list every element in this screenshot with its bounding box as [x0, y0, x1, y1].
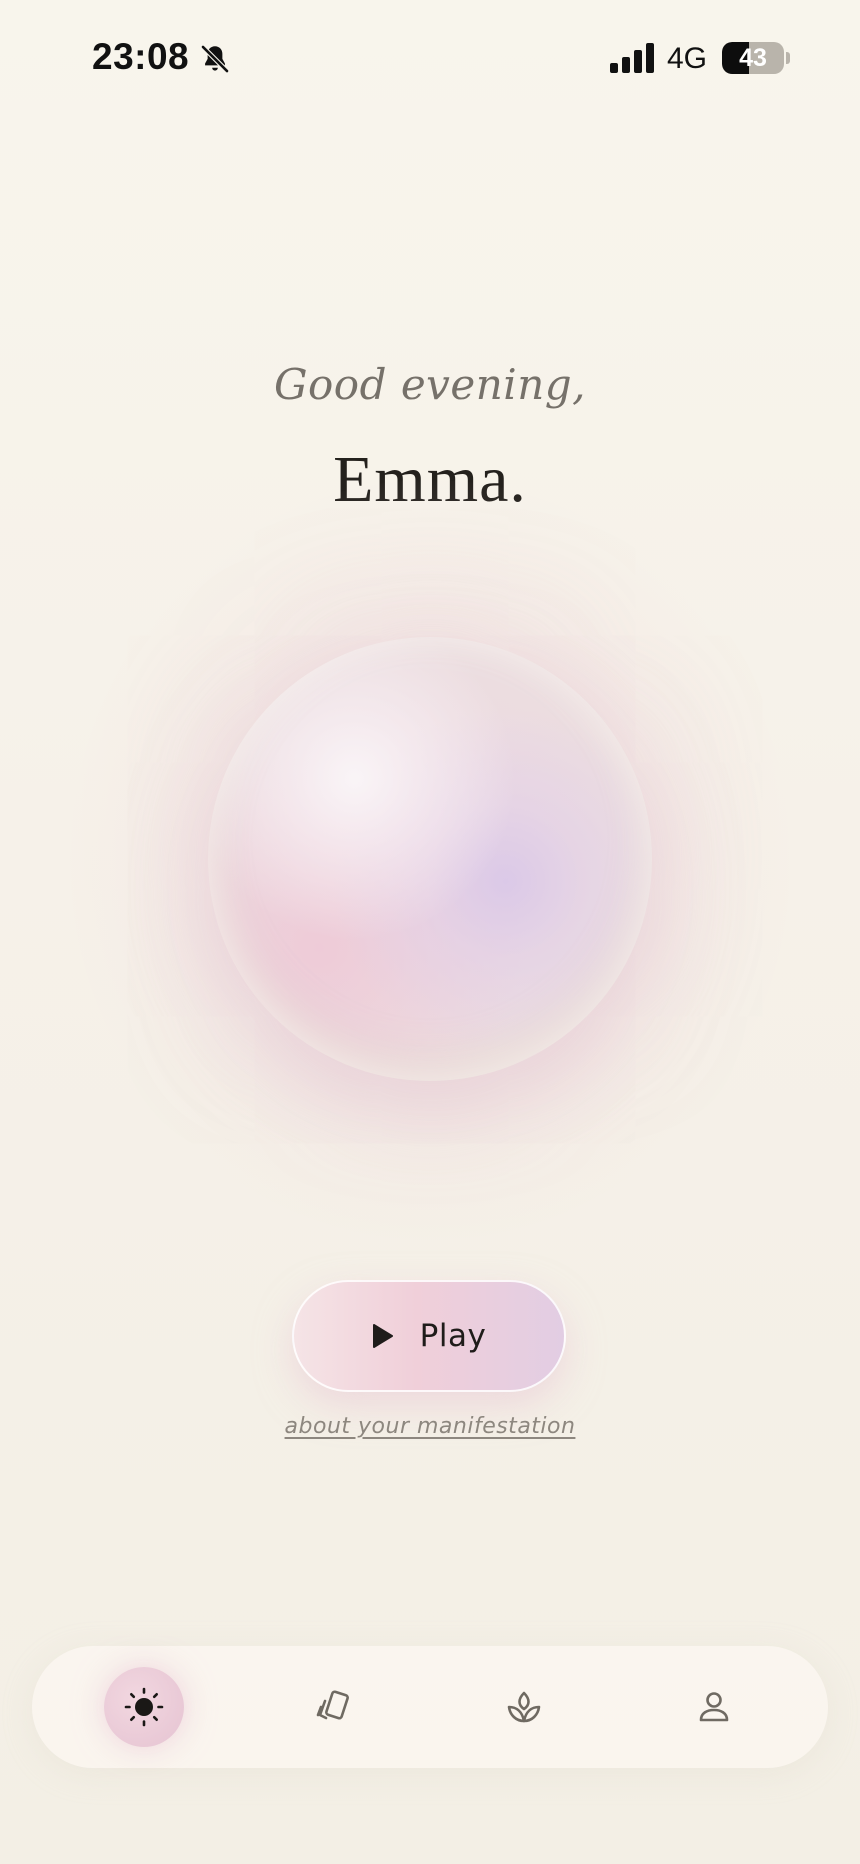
play-button[interactable]: Play	[292, 1280, 566, 1392]
battery-level: 43	[739, 43, 767, 72]
battery-icon: 43	[722, 42, 784, 74]
bottom-nav	[32, 1646, 828, 1768]
person-icon	[699, 1692, 729, 1722]
battery-cap	[786, 52, 790, 64]
bell-off-icon	[200, 44, 230, 74]
nav-item-grow[interactable]	[484, 1667, 564, 1747]
nav-item-profile[interactable]	[674, 1667, 754, 1747]
about-manifestation-link[interactable]: about your manifestation	[0, 1414, 860, 1439]
network-type: 4G	[667, 42, 708, 75]
sprout-icon	[507, 1691, 541, 1723]
status-time: 23:08	[92, 36, 190, 77]
manifestation-orb	[208, 637, 652, 1081]
sun-icon	[124, 1687, 164, 1727]
nav-item-cards[interactable]	[294, 1667, 374, 1747]
status-bar: 23:08 4G 43	[0, 0, 860, 118]
greeting-salutation: Good evening,	[273, 360, 587, 409]
play-label: Play	[419, 1318, 487, 1354]
signal-icon	[610, 43, 654, 73]
play-icon	[372, 1324, 393, 1348]
cards-icon	[316, 1690, 349, 1720]
nav-item-home[interactable]	[104, 1667, 184, 1747]
